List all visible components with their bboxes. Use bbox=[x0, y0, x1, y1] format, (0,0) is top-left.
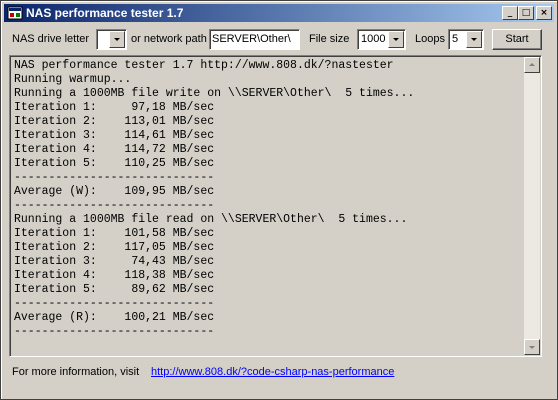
minimize-button[interactable]: _ bbox=[502, 6, 518, 20]
close-button[interactable]: × bbox=[536, 6, 552, 20]
scroll-up-button[interactable] bbox=[524, 57, 540, 73]
start-button[interactable]: Start bbox=[492, 29, 542, 50]
output-line: ----------------------------- bbox=[14, 199, 215, 212]
chevron-down-icon bbox=[529, 346, 535, 349]
network-path-label: or network path bbox=[131, 33, 207, 45]
output-line: Iteration 2: 113,01 MB/sec bbox=[14, 115, 215, 128]
output-line: ----------------------------- bbox=[14, 325, 215, 338]
output-line: Iteration 3: 74,43 MB/sec bbox=[14, 255, 215, 268]
window-title: NAS performance tester 1.7 bbox=[26, 6, 184, 20]
info-link[interactable]: http://www.808.dk/?code-csharp-nas-perfo… bbox=[151, 366, 394, 378]
scroll-down-button[interactable] bbox=[524, 339, 540, 355]
vertical-scrollbar[interactable] bbox=[524, 57, 540, 355]
file-size-dropdown-button[interactable] bbox=[388, 31, 404, 48]
output-line: Running warmup... bbox=[14, 73, 132, 86]
file-size-label: File size bbox=[309, 33, 350, 45]
chevron-down-icon bbox=[393, 38, 399, 41]
output-line: Iteration 5: 110,25 MB/sec bbox=[14, 157, 215, 170]
network-path-value: SERVER\Other\ bbox=[212, 33, 291, 45]
loops-value: 5 bbox=[452, 33, 459, 45]
output-line: Running a 1000MB file read on \\SERVER\O… bbox=[14, 213, 408, 226]
output-line: Iteration 3: 114,61 MB/sec bbox=[14, 129, 215, 142]
output-line: Iteration 5: 89,62 MB/sec bbox=[14, 283, 215, 296]
output-line: Average (R): 100,21 MB/sec bbox=[14, 311, 215, 324]
chevron-up-icon bbox=[529, 63, 535, 66]
app-window: NAS performance tester 1.7 _ □ × NAS dri… bbox=[0, 0, 558, 400]
app-icon bbox=[7, 6, 23, 20]
output-line: ----------------------------- bbox=[14, 171, 215, 184]
file-size-select[interactable]: 1000 bbox=[357, 29, 406, 50]
chevron-down-icon bbox=[114, 38, 120, 41]
results-output[interactable]: NAS performance tester 1.7 http://www.80… bbox=[9, 55, 542, 357]
loops-dropdown-button[interactable] bbox=[466, 31, 482, 48]
output-line: ----------------------------- bbox=[14, 297, 215, 310]
drive-letter-dropdown-button[interactable] bbox=[109, 31, 125, 48]
title-bar[interactable]: NAS performance tester 1.7 _ □ × bbox=[4, 4, 554, 22]
output-line: Iteration 4: 114,72 MB/sec bbox=[14, 143, 215, 156]
output-line: Iteration 2: 117,05 MB/sec bbox=[14, 241, 215, 254]
chevron-down-icon bbox=[471, 38, 477, 41]
output-line: Iteration 4: 118,38 MB/sec bbox=[14, 269, 215, 282]
loops-label: Loops bbox=[415, 33, 445, 45]
drive-letter-label: NAS drive letter bbox=[12, 33, 90, 45]
output-line: Iteration 1: 101,58 MB/sec bbox=[14, 227, 215, 240]
maximize-button[interactable]: □ bbox=[518, 6, 534, 20]
drive-letter-select[interactable] bbox=[96, 29, 127, 50]
output-line: NAS performance tester 1.7 http://www.80… bbox=[14, 59, 394, 72]
loops-select[interactable]: 5 bbox=[448, 29, 484, 50]
results-text: NAS performance tester 1.7 http://www.80… bbox=[14, 59, 414, 339]
output-line: Iteration 1: 97,18 MB/sec bbox=[14, 101, 215, 114]
network-path-input[interactable]: SERVER\Other\ bbox=[209, 29, 300, 50]
file-size-value: 1000 bbox=[361, 33, 386, 45]
info-label: For more information, visit bbox=[12, 366, 140, 378]
output-line: Running a 1000MB file write on \\SERVER\… bbox=[14, 87, 415, 100]
output-line: Average (W): 109,95 MB/sec bbox=[14, 185, 215, 198]
